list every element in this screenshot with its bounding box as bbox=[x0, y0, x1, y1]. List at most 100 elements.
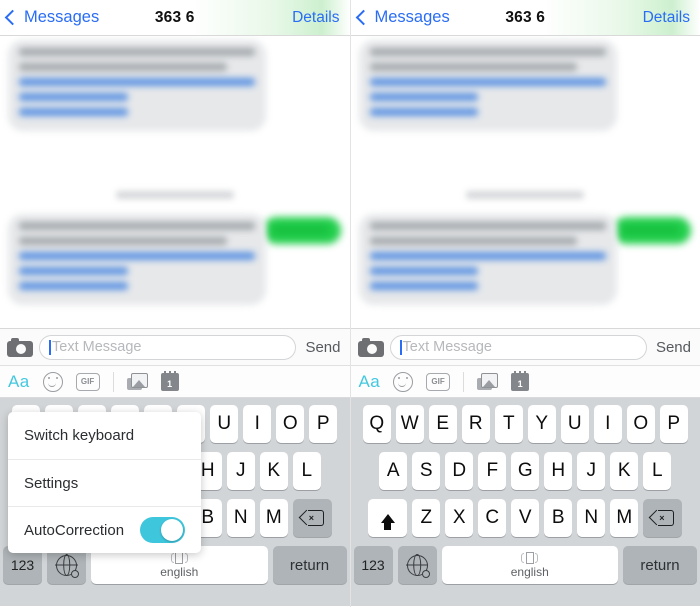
message-input-placeholder: Text Message bbox=[52, 339, 142, 355]
key-m[interactable]: M bbox=[259, 499, 288, 537]
key-t[interactable]: T bbox=[494, 405, 523, 443]
key-l[interactable]: L bbox=[643, 452, 672, 490]
globe-icon bbox=[56, 554, 79, 578]
message-text-line bbox=[369, 48, 606, 56]
key-e[interactable]: E bbox=[428, 405, 457, 443]
dual-panel-screenshot: Messages 363 6 Details Text Message Send… bbox=[0, 0, 700, 607]
key-s[interactable]: S bbox=[412, 452, 441, 490]
key-f[interactable]: F bbox=[478, 452, 507, 490]
key-g[interactable]: G bbox=[511, 452, 540, 490]
message-bubble-incoming[interactable] bbox=[8, 40, 266, 131]
send-button[interactable]: Send bbox=[656, 339, 691, 356]
message-timestamp bbox=[351, 186, 700, 204]
message-bubble-incoming[interactable] bbox=[358, 214, 617, 305]
key-k[interactable]: K bbox=[259, 452, 288, 490]
key-i[interactable]: I bbox=[593, 405, 622, 443]
key-o[interactable]: O bbox=[626, 405, 655, 443]
key-p[interactable]: P bbox=[309, 405, 338, 443]
key-r[interactable]: R bbox=[461, 405, 490, 443]
camera-icon[interactable] bbox=[7, 337, 33, 357]
message-link-line bbox=[369, 267, 479, 275]
key-b[interactable]: B bbox=[544, 499, 573, 537]
key-c[interactable]: C bbox=[478, 499, 507, 537]
message-link-line bbox=[369, 282, 479, 290]
key-n[interactable]: N bbox=[226, 499, 255, 537]
message-input-field[interactable]: Text Message bbox=[39, 334, 297, 360]
key-u[interactable]: U bbox=[210, 405, 239, 443]
navigation-bar: Messages 363 6 Details bbox=[350, 0, 700, 36]
photos-icon[interactable] bbox=[126, 373, 148, 390]
globe-key[interactable] bbox=[397, 546, 437, 584]
smiley-icon[interactable] bbox=[393, 371, 414, 392]
key-x[interactable]: X bbox=[445, 499, 474, 537]
key-w[interactable]: W bbox=[395, 405, 424, 443]
photos-icon[interactable] bbox=[477, 373, 499, 390]
conversation-thread[interactable] bbox=[0, 36, 350, 328]
return-key[interactable]: return bbox=[272, 546, 347, 584]
backspace-key[interactable]: × bbox=[643, 499, 683, 537]
key-v[interactable]: V bbox=[511, 499, 540, 537]
message-text-line bbox=[19, 63, 227, 71]
message-input-field[interactable]: Text Message bbox=[389, 334, 647, 360]
message-link-line bbox=[369, 108, 479, 116]
back-to-messages-button[interactable]: Messages bbox=[351, 8, 450, 27]
keyboard-options-popup: Switch keyboard Settings AutoCorrection bbox=[8, 412, 201, 553]
message-link-line bbox=[19, 252, 255, 260]
key-j[interactable]: J bbox=[226, 452, 255, 490]
camera-icon[interactable] bbox=[357, 337, 384, 357]
message-bubble-outgoing[interactable] bbox=[262, 217, 341, 244]
shift-key[interactable] bbox=[368, 499, 408, 537]
send-button[interactable]: Send bbox=[305, 339, 340, 356]
key-o[interactable]: O bbox=[276, 405, 305, 443]
message-link-line bbox=[19, 78, 255, 86]
calendar-day-number: 1 bbox=[517, 378, 523, 389]
smiley-icon[interactable] bbox=[42, 371, 63, 392]
key-q[interactable]: Q bbox=[362, 405, 391, 443]
gif-icon[interactable]: GIF bbox=[426, 372, 451, 391]
calendar-icon[interactable]: 1 bbox=[160, 370, 179, 391]
key-z[interactable]: Z bbox=[412, 499, 441, 537]
shift-icon bbox=[380, 513, 395, 530]
back-button-label: Messages bbox=[374, 8, 450, 26]
calendar-icon[interactable]: 1 bbox=[511, 370, 530, 391]
popup-item-settings[interactable]: Settings bbox=[8, 459, 201, 506]
numeric-key[interactable]: 123 bbox=[353, 546, 393, 584]
gif-icon[interactable]: GIF bbox=[75, 372, 100, 391]
conversation-thread[interactable] bbox=[350, 36, 700, 328]
globe-icon bbox=[406, 554, 430, 578]
details-button[interactable]: Details bbox=[292, 9, 349, 27]
message-bubble-incoming[interactable] bbox=[8, 214, 266, 305]
popup-item-autocorrection[interactable]: AutoCorrection bbox=[8, 506, 201, 553]
message-bubble-outgoing[interactable] bbox=[613, 217, 691, 244]
key-i[interactable]: I bbox=[243, 405, 272, 443]
popup-item-label: Switch keyboard bbox=[24, 427, 135, 444]
text-format-icon[interactable]: Aa bbox=[359, 372, 381, 392]
key-y[interactable]: Y bbox=[527, 405, 556, 443]
message-timestamp bbox=[0, 186, 350, 204]
message-bubble-incoming[interactable] bbox=[358, 40, 617, 131]
key-u[interactable]: U bbox=[560, 405, 589, 443]
message-link-line bbox=[369, 78, 606, 86]
imessage-app-toolbar: Aa GIF 1 bbox=[350, 366, 700, 398]
key-d[interactable]: D bbox=[445, 452, 474, 490]
toggle-knob bbox=[160, 518, 184, 542]
key-m[interactable]: M bbox=[610, 499, 639, 537]
key-l[interactable]: L bbox=[292, 452, 321, 490]
key-n[interactable]: N bbox=[577, 499, 606, 537]
back-to-messages-button[interactable]: Messages bbox=[0, 8, 99, 27]
popup-item-switch-keyboard[interactable]: Switch keyboard bbox=[8, 412, 201, 459]
autocorrection-toggle[interactable] bbox=[140, 517, 185, 543]
space-key[interactable]: english bbox=[441, 546, 618, 584]
backspace-key[interactable]: × bbox=[292, 499, 332, 537]
message-text-line bbox=[19, 48, 255, 56]
key-k[interactable]: K bbox=[610, 452, 639, 490]
onscreen-keyboard: Q W E R T Y U I O P A S D F G H J K L bbox=[0, 398, 350, 606]
details-button[interactable]: Details bbox=[643, 9, 700, 27]
text-format-icon[interactable]: Aa bbox=[8, 372, 30, 392]
key-h[interactable]: H bbox=[544, 452, 573, 490]
message-link-line bbox=[369, 252, 606, 260]
key-p[interactable]: P bbox=[659, 405, 688, 443]
key-j[interactable]: J bbox=[577, 452, 606, 490]
key-a[interactable]: A bbox=[379, 452, 408, 490]
return-key[interactable]: return bbox=[623, 546, 697, 584]
